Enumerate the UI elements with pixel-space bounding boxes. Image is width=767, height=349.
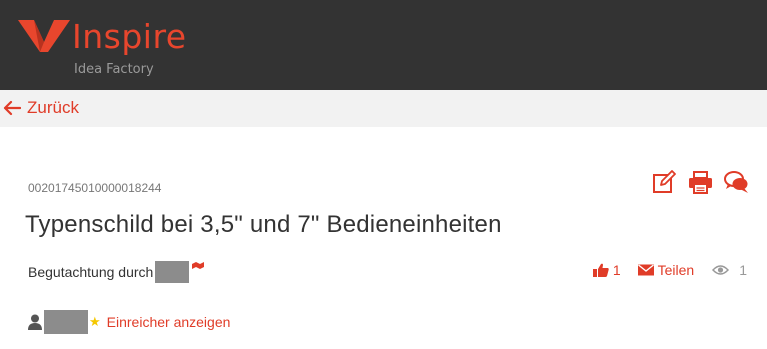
like-button[interactable]: 1 (592, 262, 621, 278)
back-label: Zurück (27, 98, 79, 117)
share-label: Teilen (657, 262, 695, 278)
star-icon: ★ (89, 314, 101, 329)
show-submitter-link[interactable]: Einreicher anzeigen (107, 314, 231, 330)
brand-name: Inspire (72, 17, 187, 56)
comments-button[interactable] (724, 169, 749, 196)
redacted-submitter (44, 310, 88, 334)
envelope-icon (637, 264, 654, 276)
flag-icon[interactable] (191, 261, 205, 271)
back-bar: Zurück (0, 90, 767, 127)
arrow-left-icon (3, 100, 21, 116)
idea-title: Typenschild bei 3,5" und 7" Bedieneinhei… (25, 211, 502, 238)
idea-toolbar (652, 169, 749, 196)
redacted-reviewer (155, 261, 190, 283)
submitter-line: ★ Einreicher anzeigen (28, 310, 230, 334)
back-link[interactable]: Zurück (3, 98, 79, 118)
view-count: 1 (739, 262, 747, 278)
logo[interactable]: Inspire Idea Factory (18, 14, 218, 80)
print-button[interactable] (688, 169, 713, 196)
like-count: 1 (612, 262, 621, 278)
review-line: Begutachtung durch (28, 261, 205, 283)
idea-number: 00201745010000018244 (28, 181, 162, 195)
comments-icon (724, 171, 748, 193)
thumbs-up-icon (592, 263, 609, 277)
brand-tagline: Idea Factory (74, 62, 154, 77)
review-label: Begutachtung durch (28, 264, 154, 280)
share-button[interactable]: Teilen (637, 262, 695, 278)
print-icon (689, 171, 712, 194)
app-header: Inspire Idea Factory (0, 0, 767, 90)
edit-icon (653, 170, 676, 193)
idea-stats: 1 Teilen 1 (592, 262, 747, 278)
eye-icon (712, 265, 730, 275)
edit-button[interactable] (652, 169, 677, 196)
user-icon (28, 314, 42, 330)
views: 1 (712, 262, 747, 278)
v-logo-icon (18, 20, 70, 52)
